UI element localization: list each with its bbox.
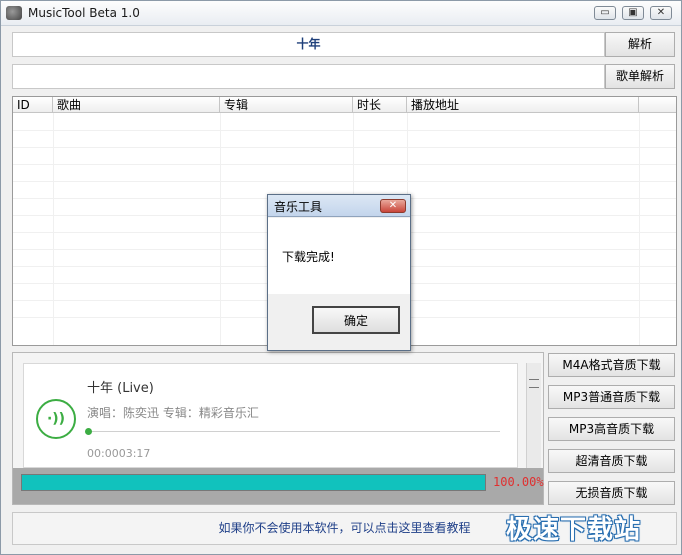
playlist-url-input[interactable] bbox=[12, 64, 605, 89]
column-header-album[interactable]: 专辑 bbox=[220, 97, 353, 113]
table-header: ID 歌曲 专辑 时长 播放地址 bbox=[13, 97, 676, 113]
song-meta: 演唱：陈奕迅 专辑：精彩音乐汇 bbox=[87, 406, 259, 420]
player-scrollbar[interactable] bbox=[526, 363, 541, 468]
dialog-message: 下载完成! bbox=[282, 250, 335, 264]
download-progress-area: 100.00% bbox=[13, 468, 544, 504]
download-lossless-button[interactable]: 无损音质下载 bbox=[548, 481, 675, 505]
seek-bar[interactable] bbox=[87, 431, 500, 432]
app-icon bbox=[6, 6, 22, 20]
column-header-id[interactable]: ID bbox=[13, 97, 53, 113]
grid-line bbox=[13, 164, 676, 165]
scroll-grip-icon[interactable] bbox=[529, 379, 539, 388]
watermark-logo: 极速下载站 bbox=[506, 515, 642, 545]
column-header-play-url[interactable]: 播放地址 bbox=[407, 97, 639, 113]
song-title: 十年 (Live) bbox=[87, 381, 154, 396]
progress-fill bbox=[22, 475, 485, 490]
title-bar: MusicTool Beta 1.0 ▭ ▣ ✕ bbox=[1, 1, 681, 26]
play-icon[interactable]: ·)) bbox=[36, 399, 76, 439]
parse-button[interactable]: 解析 bbox=[605, 32, 675, 57]
dialog-title-bar: 音乐工具 ✕ bbox=[268, 195, 410, 217]
column-header-song[interactable]: 歌曲 bbox=[53, 97, 220, 113]
main-window: MusicTool Beta 1.0 ▭ ▣ ✕ 十年 解析 歌单解析 ID 歌… bbox=[0, 0, 682, 555]
download-mp3-high-button[interactable]: MP3高音质下载 bbox=[548, 417, 675, 441]
download-hd-button[interactable]: 超清音质下载 bbox=[548, 449, 675, 473]
grid-line bbox=[13, 181, 676, 182]
window-title: MusicTool Beta 1.0 bbox=[28, 6, 140, 20]
progress-label: 100.00% bbox=[493, 475, 544, 489]
close-button[interactable]: ✕ bbox=[650, 6, 672, 20]
completion-dialog: 音乐工具 ✕ 下载完成! 确定 bbox=[267, 194, 411, 351]
search-input[interactable]: 十年 bbox=[12, 32, 605, 57]
song-time: 00:0003:17 bbox=[87, 447, 151, 460]
download-mp3-standard-button[interactable]: MP3普通音质下载 bbox=[548, 385, 675, 409]
maximize-button[interactable]: ▣ bbox=[622, 6, 644, 20]
progress-bar bbox=[21, 474, 486, 491]
dialog-body: 下载完成! bbox=[268, 218, 410, 294]
playlist-parse-button[interactable]: 歌单解析 bbox=[605, 64, 675, 89]
column-header-duration[interactable]: 时长 bbox=[353, 97, 407, 113]
grid-line bbox=[13, 147, 676, 148]
grid-line bbox=[13, 130, 676, 131]
download-m4a-button[interactable]: M4A格式音质下载 bbox=[548, 353, 675, 377]
minimize-button[interactable]: ▭ bbox=[594, 6, 616, 20]
player-panel: ·)) 十年 (Live) 演唱：陈奕迅 专辑：精彩音乐汇 00:0003:17… bbox=[12, 352, 544, 505]
dialog-ok-button[interactable]: 确定 bbox=[312, 306, 400, 334]
now-playing-card: ·)) 十年 (Live) 演唱：陈奕迅 专辑：精彩音乐汇 00:0003:17 bbox=[23, 363, 518, 468]
column-header-extra bbox=[639, 97, 676, 113]
seek-handle[interactable] bbox=[85, 428, 92, 435]
dialog-close-button[interactable]: ✕ bbox=[380, 199, 406, 213]
dialog-title: 音乐工具 bbox=[274, 200, 323, 214]
